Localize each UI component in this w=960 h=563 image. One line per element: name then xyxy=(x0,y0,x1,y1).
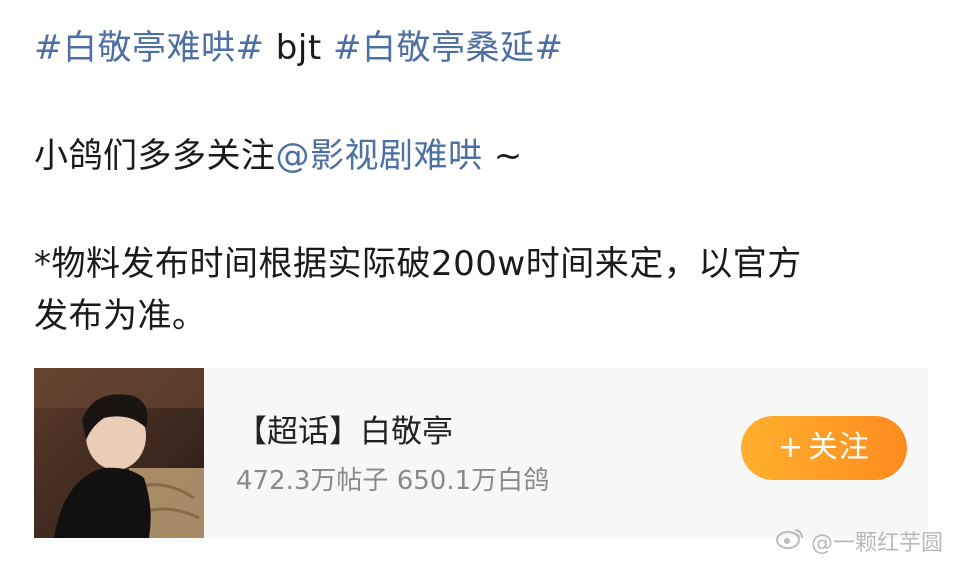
post-line-mention: 小鸽们多多关注@影视剧难哄 ~ xyxy=(34,130,523,182)
watermark: @一颗红芋圆 xyxy=(775,524,943,558)
post-text: 小鸽们多多关注 xyxy=(34,136,276,176)
post-text: bjt xyxy=(264,28,333,68)
supertopic-card[interactable]: 【超话】白敬亭 472.3万帖子 650.1万白鸽 + 关注 xyxy=(34,368,928,538)
profile-photo-thumbnail[interactable] xyxy=(34,368,204,538)
follow-label: 关注 xyxy=(808,430,871,465)
post-text: ~ xyxy=(482,136,523,176)
weibo-logo-icon xyxy=(775,526,805,556)
mention-link[interactable]: @影视剧难哄 xyxy=(276,136,483,176)
plus-icon: + xyxy=(777,430,805,465)
supertopic-stats: 472.3万帖子 650.1万白鸽 xyxy=(236,466,550,496)
follow-button[interactable]: + 关注 xyxy=(741,416,907,480)
post-line-hashtags: #白敬亭难哄# bjt #白敬亭桑延# xyxy=(34,22,563,74)
profile-photo-icon xyxy=(34,368,204,538)
post-line-note: *物料发布时间根据实际破200w时间来定，以官方 xyxy=(34,244,802,284)
hashtag-link[interactable]: #白敬亭桑延# xyxy=(333,28,563,68)
supertopic-title[interactable]: 【超话】白敬亭 xyxy=(236,406,453,451)
watermark-text: @一颗红芋圆 xyxy=(811,531,944,556)
post-line-note-cont: 发布为准。 xyxy=(34,296,207,336)
hashtag-link[interactable]: #白敬亭难哄# xyxy=(34,28,264,68)
